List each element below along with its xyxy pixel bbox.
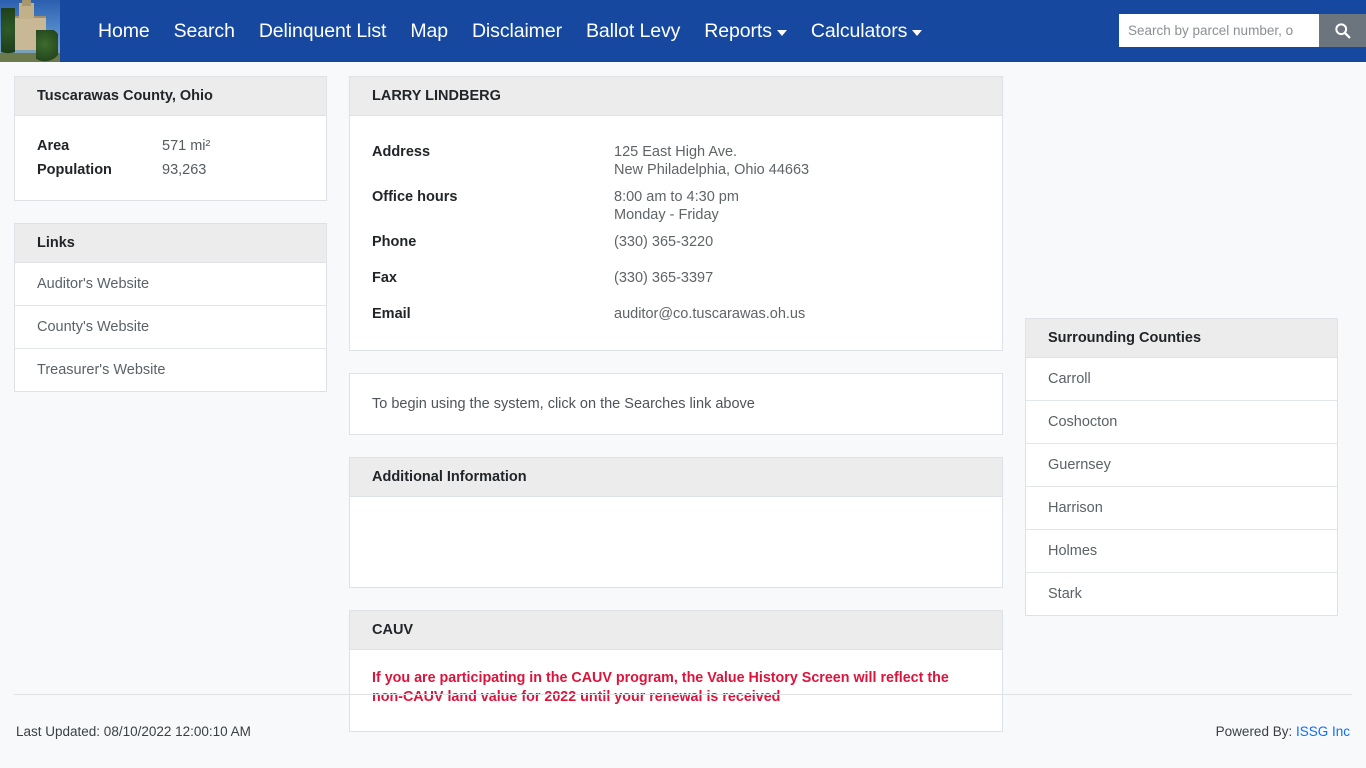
contact-label-office-hours: Office hours: [372, 189, 458, 205]
auditor-contact-body: Address 125 East High Ave. New Philadelp…: [350, 116, 1002, 350]
page-content: Tuscarawas County, Ohio Area 571 mi² Pop…: [0, 62, 1366, 732]
nav-item-disclaimer[interactable]: Disclaimer: [460, 12, 574, 51]
nav-item-map[interactable]: Map: [398, 12, 460, 51]
county-item-holmes[interactable]: Holmes: [1026, 530, 1337, 573]
nav-item-home[interactable]: Home: [86, 12, 162, 51]
nav-item-label: Reports: [704, 19, 772, 42]
county-item-guernsey[interactable]: Guernsey: [1026, 444, 1337, 487]
logo-tree-left: [1, 8, 15, 62]
additional-information-title: Additional Information: [350, 458, 1002, 497]
contact-value-office-hours: 8:00 am to 4:30 pm Monday - Friday: [614, 179, 980, 224]
additional-information-body: [350, 497, 1002, 587]
logo-dome: [22, 0, 31, 6]
links-list: Auditor's Website County's Website Treas…: [15, 263, 326, 391]
link-auditors-website[interactable]: Auditor's Website: [15, 263, 326, 306]
logo-tree-right: [36, 30, 58, 62]
stat-value: 93,263: [162, 162, 207, 178]
contact-grid: Address 125 East High Ave. New Philadelp…: [372, 134, 980, 332]
issg-inc-link[interactable]: ISSG Inc: [1296, 724, 1350, 739]
nav-item-label: Home: [98, 19, 150, 42]
main-navbar: Home Search Delinquent List Map Disclaim…: [0, 0, 1366, 62]
nav-item-delinquent-list[interactable]: Delinquent List: [247, 12, 399, 51]
nav-item-ballot-levy[interactable]: Ballot Levy: [574, 12, 692, 51]
stat-value: 571 mi²: [162, 138, 211, 154]
stat-row-population: Population 93,263: [37, 158, 304, 182]
link-treasurers-website[interactable]: Treasurer's Website: [15, 349, 326, 391]
contact-value-email[interactable]: auditor@co.tuscarawas.oh.us: [614, 296, 980, 332]
county-item-harrison[interactable]: Harrison: [1026, 487, 1337, 530]
chevron-down-icon: [776, 29, 787, 36]
contact-label-phone: Phone: [372, 234, 417, 250]
contact-value-phone: (330) 365-3220: [614, 234, 714, 250]
left-sidebar: Tuscarawas County, Ohio Area 571 mi² Pop…: [14, 76, 327, 687]
links-card-title: Links: [15, 224, 326, 263]
county-item-carroll[interactable]: Carroll: [1026, 358, 1337, 401]
surrounding-counties-list: Carroll Coshocton Guernsey Harrison Holm…: [1026, 358, 1337, 615]
cauv-title: CAUV: [350, 611, 1002, 650]
page-footer: Last Updated: 08/10/2022 12:00:10 AM Pow…: [14, 694, 1352, 768]
additional-information-card: Additional Information: [349, 457, 1003, 588]
search-input[interactable]: [1119, 14, 1319, 47]
nav-item-reports[interactable]: Reports: [692, 12, 799, 51]
contact-label-fax: Fax: [372, 270, 397, 286]
office-hours-line-2: Monday - Friday: [614, 207, 719, 223]
county-item-stark[interactable]: Stark: [1026, 573, 1337, 615]
nav-item-label: Map: [410, 19, 448, 42]
nav-item-calculators[interactable]: Calculators: [799, 12, 934, 51]
nav-item-label: Delinquent List: [258, 19, 387, 42]
auditor-name-title: LARRY LINDBERG: [350, 77, 1002, 116]
auditor-contact-card: LARRY LINDBERG Address 125 East High Ave…: [349, 76, 1003, 351]
surrounding-counties-card: Surrounding Counties Carroll Coshocton G…: [1025, 318, 1338, 616]
right-sidebar: Surrounding Counties Carroll Coshocton G…: [1025, 76, 1338, 687]
contact-label-email: Email: [372, 306, 411, 322]
contact-value-fax: (330) 365-3397: [614, 270, 714, 286]
stat-label: Population: [37, 162, 112, 178]
right-sidebar-spacer: [1025, 76, 1338, 318]
links-card: Links Auditor's Website County's Website…: [14, 223, 327, 392]
nav-item-search[interactable]: Search: [162, 12, 247, 51]
search-icon: [1335, 23, 1351, 39]
stat-row-area: Area 571 mi²: [37, 134, 304, 158]
link-countys-website[interactable]: County's Website: [15, 306, 326, 349]
contact-value-address: 125 East High Ave. New Philadelphia, Ohi…: [614, 134, 980, 179]
navbar-search: [1119, 14, 1366, 47]
last-updated-text: Last Updated: 08/10/2022 12:00:10 AM: [16, 724, 251, 739]
nav-item-label: Calculators: [810, 19, 908, 42]
contact-label-address: Address: [372, 144, 431, 160]
county-courthouse-logo[interactable]: [0, 0, 60, 62]
chevron-down-icon: [912, 29, 923, 36]
nav-item-label: Search: [173, 19, 235, 42]
surrounding-counties-title: Surrounding Counties: [1026, 319, 1337, 358]
getting-started-card: To begin using the system, click on the …: [349, 373, 1003, 435]
county-info-body: Area 571 mi² Population 93,263: [15, 116, 326, 200]
county-item-coshocton[interactable]: Coshocton: [1026, 401, 1337, 444]
stat-label: Area: [37, 138, 70, 154]
powered-by: Powered By: ISSG Inc: [1216, 724, 1350, 739]
main-column: LARRY LINDBERG Address 125 East High Ave…: [349, 76, 1003, 732]
county-info-title: Tuscarawas County, Ohio: [15, 77, 326, 116]
address-line-1: 125 East High Ave.: [614, 144, 738, 160]
search-submit-button[interactable]: [1319, 14, 1366, 47]
powered-by-label: Powered By:: [1215, 724, 1296, 739]
nav-item-label: Disclaimer: [471, 19, 562, 42]
address-line-2: New Philadelphia, Ohio 44663: [614, 162, 810, 178]
county-info-card: Tuscarawas County, Ohio Area 571 mi² Pop…: [14, 76, 327, 201]
nav-item-label: Ballot Levy: [585, 19, 681, 42]
office-hours-line-1: 8:00 am to 4:30 pm: [614, 189, 739, 205]
nav-links: Home Search Delinquent List Map Disclaim…: [86, 12, 934, 51]
